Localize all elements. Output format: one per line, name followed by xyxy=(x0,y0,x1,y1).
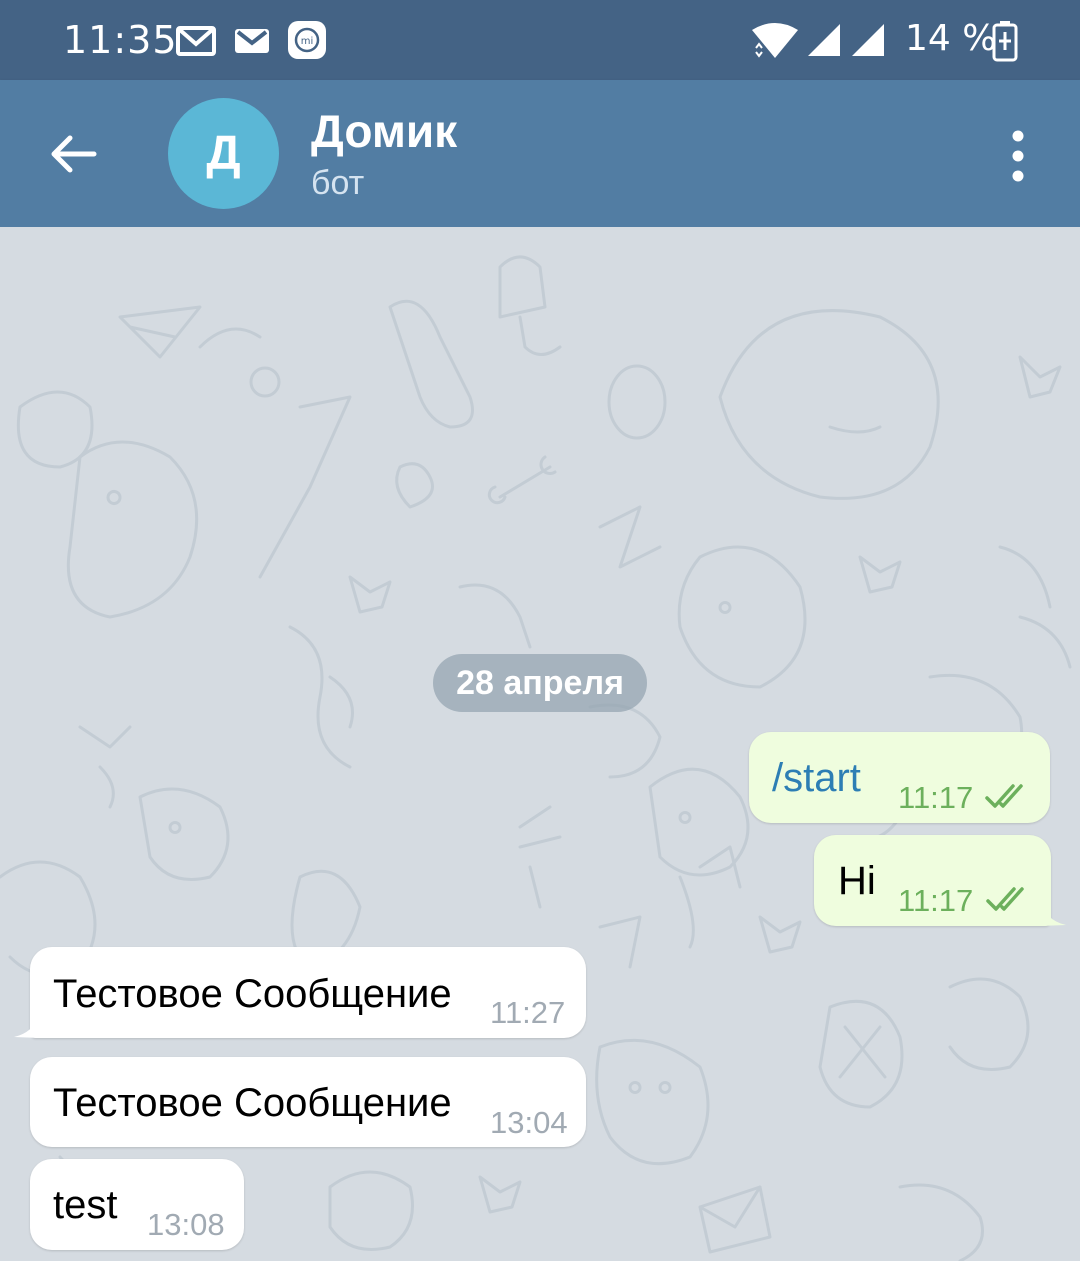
message-text[interactable]: test xyxy=(53,1183,117,1228)
incoming-message[interactable]: Тестовое Сообщение 13:04 xyxy=(30,1057,586,1147)
message-time: 13:08 xyxy=(147,1207,225,1242)
message-text[interactable]: /start xyxy=(772,756,861,801)
double-check-icon xyxy=(985,784,1023,808)
message-time: 11:17 xyxy=(898,883,974,918)
message-text[interactable]: Тестовое Сообщение xyxy=(53,1081,452,1126)
status-time: 11:35 xyxy=(63,18,178,62)
avatar-letter: Д xyxy=(206,127,241,180)
gmail-icon xyxy=(176,26,216,56)
outgoing-message[interactable]: /start 11:17 xyxy=(749,732,1050,823)
mail-icon xyxy=(235,29,269,53)
bubble-tail xyxy=(1040,898,1066,926)
outgoing-message[interactable]: Hi 11:17 xyxy=(814,835,1051,926)
incoming-message[interactable]: Тестовое Сообщение 11:27 xyxy=(30,947,586,1038)
more-options-icon[interactable] xyxy=(1000,128,1036,184)
status-bar: 11:35 mi 14 % xyxy=(0,0,1080,80)
back-arrow-icon[interactable] xyxy=(46,128,98,180)
message-text[interactable]: Тестовое Сообщение xyxy=(53,972,452,1017)
message-time: 11:27 xyxy=(490,995,566,1030)
mi-icon: mi xyxy=(288,21,326,59)
avatar[interactable]: Д xyxy=(168,98,279,209)
chat-area[interactable]: 28 апреля /start 11:17 Hi 11:17 Тестовое… xyxy=(0,227,1080,1261)
chat-title[interactable]: Домик xyxy=(311,104,457,158)
signal-icon xyxy=(852,24,884,56)
bubble-tail xyxy=(14,1010,40,1038)
svg-text:mi: mi xyxy=(301,36,314,47)
incoming-message[interactable]: test 13:08 xyxy=(30,1159,244,1250)
date-label: 28 апреля xyxy=(456,663,624,702)
date-separator: 28 апреля xyxy=(433,654,647,712)
double-check-icon xyxy=(986,887,1024,911)
message-time: 13:04 xyxy=(490,1105,568,1140)
battery-charging-icon xyxy=(992,21,1018,62)
message-time: 11:17 xyxy=(898,780,974,815)
chat-header[interactable]: Д Домик бот xyxy=(0,80,1080,227)
message-text[interactable]: Hi xyxy=(838,859,876,904)
wifi-icon xyxy=(752,23,798,58)
signal-icon xyxy=(808,24,840,56)
chat-subtitle: бот xyxy=(311,164,365,202)
battery-percent: 14 % xyxy=(905,18,997,59)
